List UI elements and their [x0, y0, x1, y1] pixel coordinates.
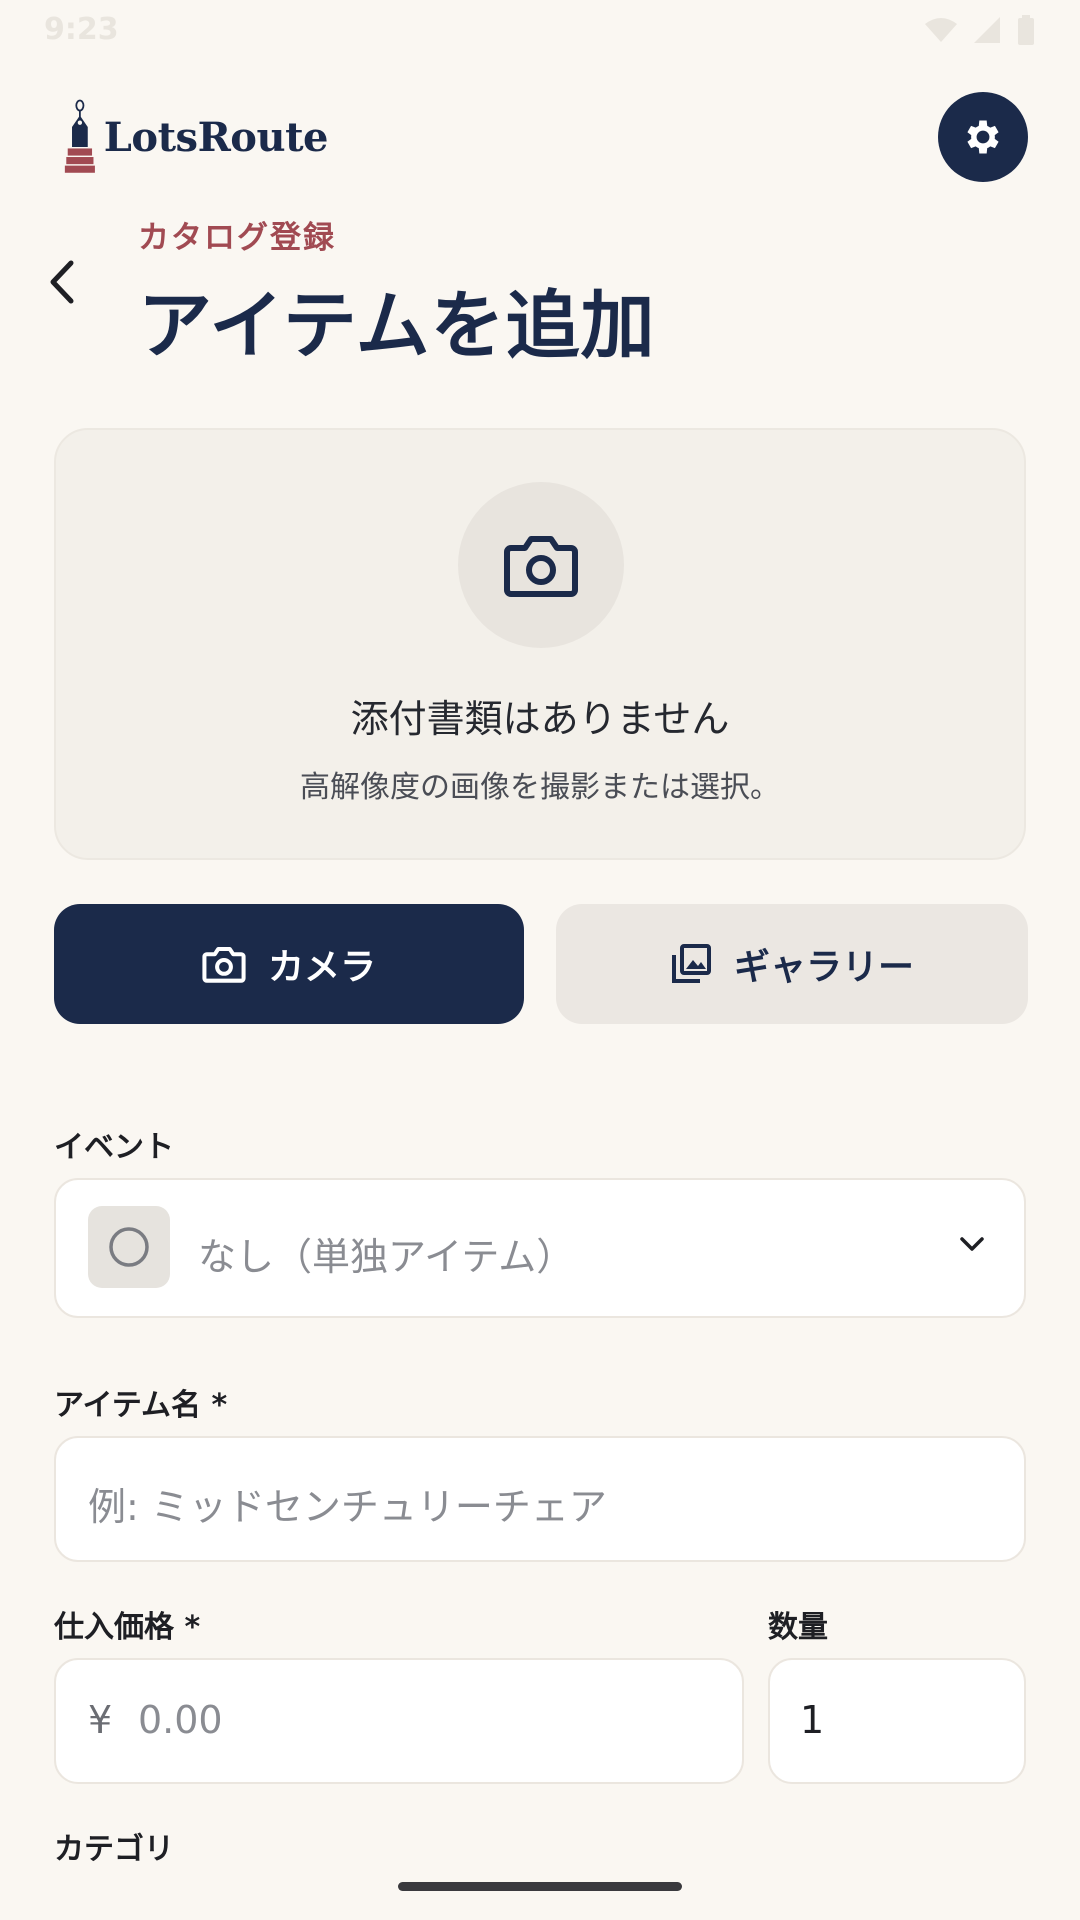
quantity-label: 数量: [768, 1610, 828, 1645]
event-label: イベント: [54, 1130, 174, 1165]
page-title: アイテムを追加: [138, 283, 656, 369]
circle-icon: [109, 1227, 149, 1267]
gear-icon: [967, 120, 999, 154]
chevron-left-icon: [50, 260, 74, 304]
gallery-button[interactable]: ギャラリー: [556, 904, 1028, 1024]
status-bar: 9:23: [0, 0, 1080, 64]
app-logo: LotsRoute: [62, 82, 329, 192]
back-button[interactable]: [34, 250, 90, 314]
page-subtitle: カタログ登録: [138, 220, 336, 256]
status-time: 9:23: [44, 12, 119, 47]
currency-symbol: ¥: [88, 1698, 113, 1742]
event-select-value: なし（単独アイテム）: [198, 1235, 575, 1279]
quantity-value: 1: [800, 1698, 825, 1742]
signal-icon: [974, 17, 1000, 43]
category-label: カテゴリ: [54, 1832, 174, 1867]
camera-button-label: カメラ: [267, 947, 376, 988]
item-name-placeholder: 例: ミッドセンチュリーチェア: [88, 1485, 607, 1529]
gallery-button-label: ギャラリー: [733, 947, 914, 988]
no-attachment-text: 添付書類はありません: [350, 697, 730, 741]
wifi-icon: [925, 18, 957, 42]
camera-icon: [202, 947, 246, 983]
camera-button[interactable]: カメラ: [54, 904, 524, 1024]
logo-text: LotsRoute: [103, 113, 329, 161]
gallery-icon: [671, 944, 711, 983]
home-indicator[interactable]: [398, 1882, 682, 1891]
item-name-label: アイテム名 *: [54, 1388, 228, 1423]
tag-logo-icon: [64, 99, 95, 173]
settings-button[interactable]: [938, 92, 1028, 182]
photo-placeholder-circle: [458, 482, 624, 648]
price-placeholder: 0.00: [138, 1698, 223, 1742]
chevron-down-icon: [960, 1237, 984, 1251]
status-icons: [924, 14, 1036, 46]
event-thumbnail: [88, 1206, 170, 1288]
camera-icon: [504, 536, 578, 597]
battery-icon: [1018, 15, 1034, 45]
photo-hint-text: 高解像度の画像を撮影または選択。: [300, 770, 780, 805]
price-label: 仕入価格 *: [54, 1610, 201, 1645]
